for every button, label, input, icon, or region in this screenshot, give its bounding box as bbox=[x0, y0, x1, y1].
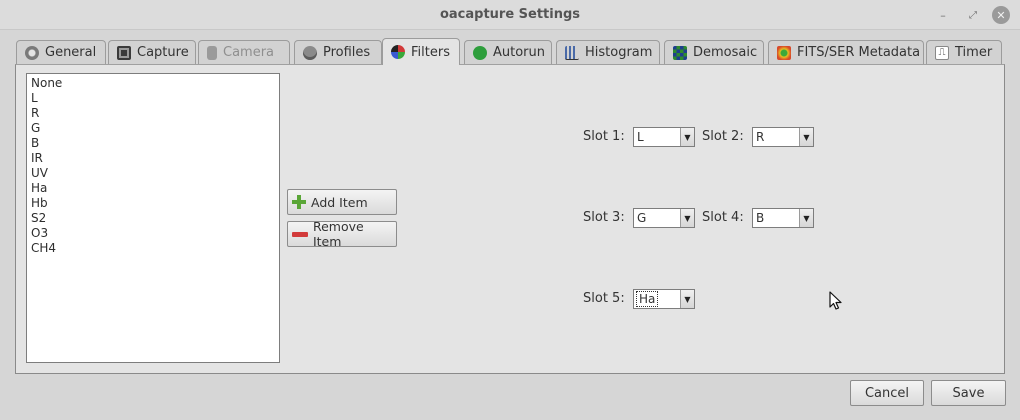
list-item[interactable]: None bbox=[31, 76, 275, 91]
remove-item-button[interactable]: Remove Item bbox=[287, 219, 397, 249]
save-button[interactable]: Save bbox=[931, 380, 1006, 406]
metadata-icon bbox=[777, 45, 791, 60]
slot-1-value: L bbox=[637, 130, 644, 144]
list-item[interactable]: Hb bbox=[31, 196, 275, 211]
slot-3-label: Slot 3: bbox=[583, 210, 625, 225]
slot-3-select[interactable]: G ▼ bbox=[633, 208, 695, 228]
tab-fits-ser-metadata[interactable]: FITS/SER Metadata bbox=[768, 40, 924, 64]
tab-label: Timer bbox=[955, 45, 993, 60]
add-item-label: Add Item bbox=[311, 194, 368, 210]
tab-label: Filters bbox=[411, 44, 450, 60]
cancel-button[interactable]: Cancel bbox=[850, 380, 924, 406]
chevron-down-icon: ▼ bbox=[680, 128, 694, 146]
filter-list[interactable]: None L R G B IR UV Ha Hb S2 O3 CH4 bbox=[26, 73, 280, 363]
slot-5-select[interactable]: Ha ▼ bbox=[633, 289, 695, 309]
slot-1-label: Slot 1: bbox=[583, 129, 625, 144]
profile-icon bbox=[303, 45, 317, 60]
list-item[interactable]: Ha bbox=[31, 181, 275, 196]
floppy-icon bbox=[117, 45, 131, 60]
tab-label: Profiles bbox=[323, 45, 371, 60]
slot-2-label: Slot 2: bbox=[702, 129, 744, 144]
tab-histogram[interactable]: Histogram bbox=[556, 40, 660, 64]
tab-demosaic[interactable]: Demosaic bbox=[664, 40, 764, 64]
chevron-down-icon: ▼ bbox=[680, 209, 694, 227]
list-item[interactable]: S2 bbox=[31, 211, 275, 226]
tab-filters[interactable]: Filters bbox=[382, 38, 460, 65]
slot-2-value: R bbox=[756, 130, 765, 144]
plus-icon bbox=[292, 195, 306, 209]
list-item[interactable]: CH4 bbox=[31, 241, 275, 256]
list-item[interactable]: L bbox=[31, 91, 275, 106]
window-titlebar: oacapture Settings – ⤢ ✕ bbox=[0, 0, 1020, 30]
tab-label: FITS/SER Metadata bbox=[797, 45, 921, 60]
list-item[interactable]: O3 bbox=[31, 226, 275, 241]
minimize-icon[interactable]: – bbox=[934, 6, 952, 24]
slot-1-select[interactable]: L ▼ bbox=[633, 127, 695, 147]
filter-wheel-icon bbox=[391, 45, 405, 59]
histogram-icon bbox=[565, 45, 579, 60]
chevron-down-icon: ▼ bbox=[799, 128, 813, 146]
tab-label: Histogram bbox=[585, 45, 653, 60]
slot-5-value: Ha bbox=[635, 291, 659, 307]
mouse-cursor-icon bbox=[829, 291, 842, 310]
demosaic-icon bbox=[673, 45, 687, 60]
list-item[interactable]: UV bbox=[31, 166, 275, 181]
window-title: oacapture Settings bbox=[439, 7, 581, 22]
list-item[interactable]: R bbox=[31, 106, 275, 121]
add-item-button[interactable]: Add Item bbox=[287, 189, 397, 215]
slot-4-value: B bbox=[756, 211, 765, 225]
autorun-icon bbox=[473, 45, 487, 60]
maximize-icon[interactable]: ⤢ bbox=[964, 6, 982, 24]
tab-autorun[interactable]: Autorun bbox=[464, 40, 552, 64]
slot-4-select[interactable]: B ▼ bbox=[752, 208, 814, 228]
timer-icon: ⎍ bbox=[935, 45, 949, 60]
minus-icon bbox=[292, 231, 308, 237]
list-item[interactable]: B bbox=[31, 136, 275, 151]
gear-icon bbox=[25, 45, 39, 60]
tab-timer[interactable]: ⎍ Timer bbox=[926, 40, 1002, 64]
slot-4-label: Slot 4: bbox=[702, 210, 744, 225]
close-icon[interactable]: ✕ bbox=[992, 6, 1010, 24]
remove-item-label: Remove Item bbox=[312, 219, 364, 249]
camera-icon bbox=[207, 45, 217, 60]
tab-profiles[interactable]: Profiles bbox=[294, 40, 382, 64]
tab-label: Capture bbox=[137, 45, 189, 60]
tab-label: Autorun bbox=[493, 45, 546, 60]
chevron-down-icon: ▼ bbox=[799, 209, 813, 227]
tab-label: Demosaic bbox=[693, 45, 758, 60]
list-item[interactable]: IR bbox=[31, 151, 275, 166]
slot-3-value: G bbox=[637, 211, 647, 225]
slot-2-select[interactable]: R ▼ bbox=[752, 127, 814, 147]
tab-camera[interactable]: Camera bbox=[198, 40, 290, 64]
list-item[interactable]: G bbox=[31, 121, 275, 136]
tab-capture[interactable]: Capture bbox=[108, 40, 196, 64]
chevron-down-icon: ▼ bbox=[680, 290, 694, 308]
tab-label: Camera bbox=[223, 45, 275, 60]
slot-5-label: Slot 5: bbox=[583, 291, 625, 306]
tab-bar: General Capture Camera Profiles Filters … bbox=[16, 38, 1006, 65]
tab-general[interactable]: General bbox=[16, 40, 106, 64]
filters-panel: None L R G B IR UV Ha Hb S2 O3 CH4 Add I… bbox=[15, 64, 1005, 374]
tab-label: General bbox=[45, 45, 97, 60]
